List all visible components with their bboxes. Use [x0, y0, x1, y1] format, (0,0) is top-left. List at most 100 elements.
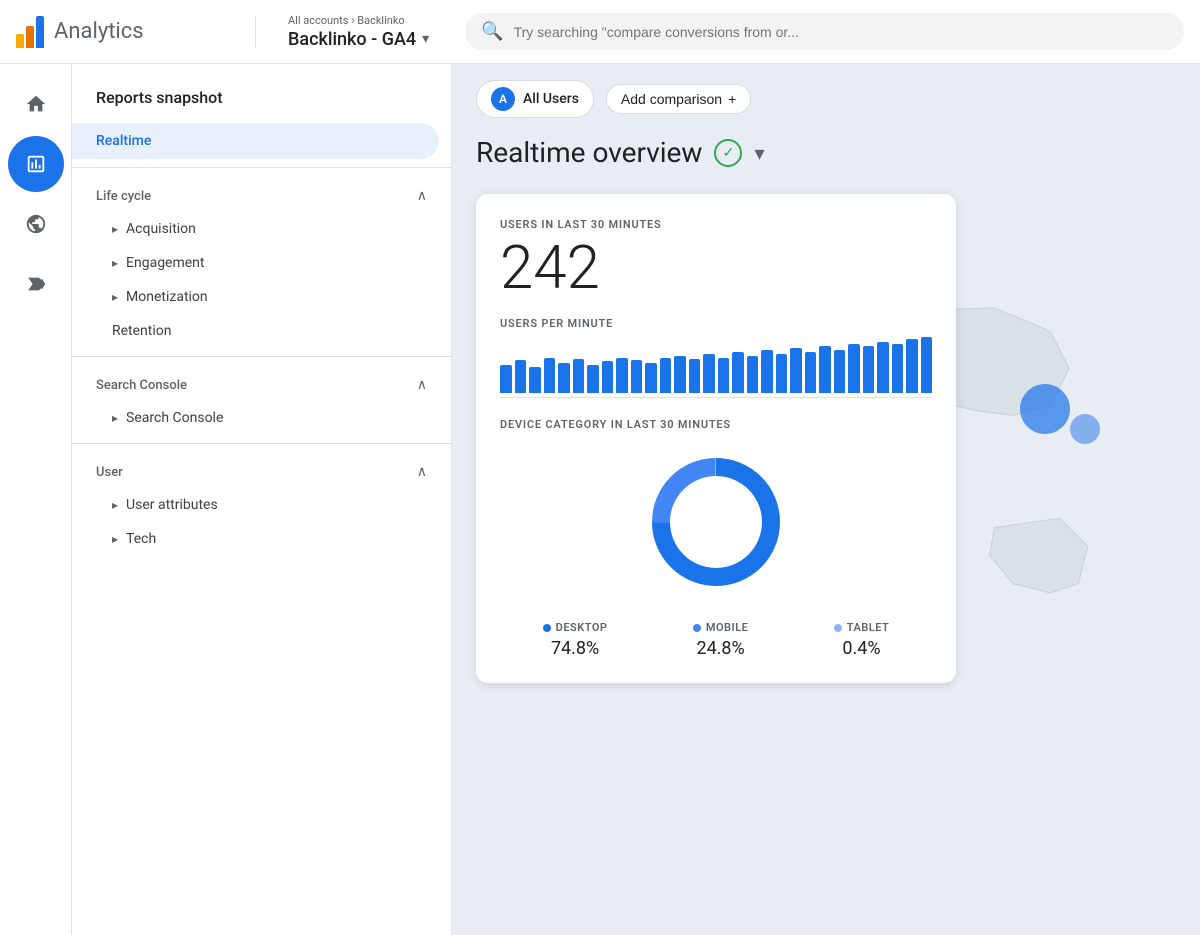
- monetization-expand-icon: ▸: [112, 290, 118, 304]
- title-dropdown-arrow[interactable]: ▾: [754, 141, 764, 165]
- bar-chart-bar: [819, 346, 831, 393]
- nav-icon-reports[interactable]: [8, 136, 64, 192]
- bar-chart-bar: [892, 344, 904, 393]
- sidebar-item-monetization-label: Monetization: [126, 289, 208, 305]
- search-console-item-expand-icon: ▸: [112, 411, 118, 425]
- sidebar-item-search-console[interactable]: ▸ Search Console: [72, 401, 439, 435]
- stats-card: USERS IN LAST 30 MINUTES 242 USERS PER M…: [476, 194, 956, 683]
- bar-chart-bar: [732, 352, 744, 393]
- sidebar-item-engagement[interactable]: ▸ Engagement: [72, 246, 439, 280]
- legend-desktop-label-row: DESKTOP: [543, 621, 608, 634]
- app-logo: Analytics: [16, 16, 256, 48]
- bar-chart-bar: [805, 352, 817, 393]
- nav-icon-advertising[interactable]: [8, 256, 64, 312]
- desktop-dot: [543, 624, 551, 632]
- add-comparison-button[interactable]: Add comparison +: [606, 84, 751, 114]
- app-name: Analytics: [54, 19, 144, 44]
- legend-mobile: MOBILE 24.8%: [693, 621, 749, 659]
- users-per-minute-label: USERS PER MINUTE: [500, 317, 932, 330]
- breadcrumb-accounts[interactable]: All accounts: [288, 14, 348, 27]
- legend-desktop: DESKTOP 74.8%: [543, 621, 608, 659]
- all-users-label: All Users: [523, 91, 579, 107]
- all-users-badge[interactable]: A All Users: [476, 80, 594, 118]
- bar-chart-bar: [616, 358, 628, 393]
- search-input[interactable]: [514, 24, 1168, 40]
- device-chart-area: [500, 447, 932, 597]
- map-dot-medium: [1070, 414, 1100, 444]
- users-count: 242: [500, 235, 932, 301]
- topbar: Analytics All accounts › Backlinko Backl…: [0, 0, 1200, 64]
- sidebar-section-user-label: User: [96, 465, 123, 480]
- sidebar-section-search-console-label: Search Console: [96, 378, 187, 393]
- mobile-label: MOBILE: [706, 621, 749, 634]
- sidebar: Reports snapshot Realtime Life cycle ∧ ▸…: [72, 64, 452, 935]
- lifecycle-collapse-icon: ∧: [417, 188, 427, 204]
- avatar: A: [491, 87, 515, 111]
- sidebar-item-realtime[interactable]: Realtime: [72, 123, 439, 159]
- sidebar-section-lifecycle[interactable]: Life cycle ∧: [72, 176, 451, 212]
- bar-chart-bar: [718, 358, 730, 393]
- nav-icon-explore[interactable]: [8, 196, 64, 252]
- legend-mobile-label-row: MOBILE: [693, 621, 749, 634]
- search-bar[interactable]: 🔍: [465, 13, 1184, 50]
- mobile-dot: [693, 624, 701, 632]
- sidebar-item-user-attributes-label: User attributes: [126, 497, 218, 513]
- page-title: Realtime overview: [476, 136, 702, 169]
- tablet-value: 0.4%: [842, 638, 880, 659]
- bar-chart-bar: [602, 361, 614, 393]
- legend-tablet-label-row: TABLET: [834, 621, 890, 634]
- sidebar-item-tech-label: Tech: [126, 531, 156, 547]
- bar-chart-bar: [921, 337, 933, 393]
- donut-chart: [641, 447, 791, 597]
- device-category-label: DEVICE CATEGORY IN LAST 30 MINUTES: [500, 418, 932, 431]
- bar-chart-bar: [500, 365, 512, 393]
- divider-1: [72, 167, 451, 168]
- bar-chart-bar: [645, 363, 657, 393]
- divider-3: [72, 443, 451, 444]
- desktop-value: 74.8%: [551, 638, 599, 659]
- bar-chart-bar: [660, 358, 672, 393]
- legend-tablet: TABLET 0.4%: [834, 621, 890, 659]
- nav-icon-home[interactable]: [8, 76, 64, 132]
- status-icon: ✓: [714, 139, 742, 167]
- sidebar-item-user-attributes[interactable]: ▸ User attributes: [72, 488, 439, 522]
- tech-expand-icon: ▸: [112, 532, 118, 546]
- sidebar-item-search-console-label: Search Console: [126, 410, 223, 426]
- logo-bar-2: [26, 26, 34, 48]
- tablet-label: TABLET: [847, 621, 890, 634]
- nav-icons: [0, 64, 72, 935]
- breadcrumb: All accounts › Backlinko: [288, 14, 429, 27]
- sidebar-section-user[interactable]: User ∧: [72, 452, 451, 488]
- sidebar-item-retention[interactable]: Retention: [72, 314, 439, 348]
- bar-chart-bar: [790, 348, 802, 393]
- engagement-expand-icon: ▸: [112, 256, 118, 270]
- sidebar-section-lifecycle-label: Life cycle: [96, 189, 151, 204]
- content-area: Venezuela Colombia Brazil Peru Bolivia C…: [452, 64, 1200, 935]
- sidebar-title: Reports snapshot: [72, 80, 451, 123]
- user-collapse-icon: ∧: [417, 464, 427, 480]
- sidebar-item-acquisition[interactable]: ▸ Acquisition: [72, 212, 439, 246]
- analytics-logo-icon: [16, 16, 44, 48]
- bar-chart-bar: [515, 360, 527, 393]
- account-info: All accounts › Backlinko Backlinko - GA4…: [272, 14, 429, 50]
- sidebar-item-monetization[interactable]: ▸ Monetization: [72, 280, 439, 314]
- content-header: A All Users Add comparison +: [452, 64, 1200, 134]
- add-comparison-label: Add comparison: [621, 91, 722, 107]
- desktop-label: DESKTOP: [556, 621, 608, 634]
- bar-chart-bar: [834, 350, 846, 393]
- sidebar-item-tech[interactable]: ▸ Tech: [72, 522, 439, 556]
- bar-chart-bar: [863, 346, 875, 393]
- property-selector[interactable]: Backlinko - GA4 ▾: [288, 29, 429, 50]
- sidebar-item-retention-label: Retention: [112, 323, 172, 339]
- acquisition-expand-icon: ▸: [112, 222, 118, 236]
- sidebar-item-acquisition-label: Acquisition: [126, 221, 196, 237]
- add-icon: +: [728, 91, 736, 107]
- map-dot-large: [1020, 384, 1070, 434]
- property-dropdown-arrow: ▾: [422, 31, 429, 47]
- content-title-row: Realtime overview ✓ ▾: [452, 128, 1200, 177]
- sidebar-section-search-console[interactable]: Search Console ∧: [72, 365, 451, 401]
- bar-chart-bar: [558, 363, 570, 393]
- bar-chart-bar: [631, 360, 643, 393]
- breadcrumb-property[interactable]: Backlinko: [357, 14, 404, 27]
- divider-2: [72, 356, 451, 357]
